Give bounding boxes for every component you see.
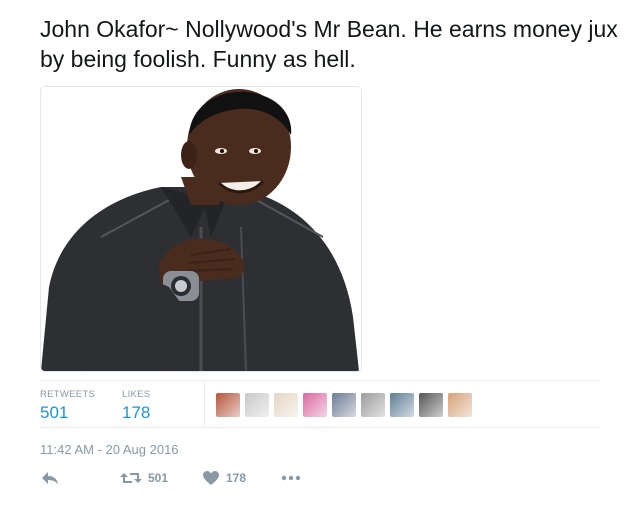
reply-button[interactable]	[40, 470, 60, 486]
liker-avatars	[216, 393, 477, 417]
liker-avatar[interactable]	[274, 393, 298, 417]
liker-avatar[interactable]	[390, 393, 414, 417]
retweets-stat[interactable]: RETWEETS 501	[40, 389, 95, 423]
liker-avatar[interactable]	[216, 393, 240, 417]
liker-avatar[interactable]	[245, 393, 269, 417]
retweet-icon	[120, 473, 142, 483]
retweet-button[interactable]: 501	[120, 470, 168, 486]
tweet-timestamp[interactable]: 11:42 AM - 20 Aug 2016	[40, 442, 179, 457]
more-button[interactable]	[280, 470, 302, 486]
tweet-actions: 501 178	[40, 470, 340, 494]
reply-icon	[42, 472, 58, 484]
tweet-photo[interactable]	[40, 86, 362, 372]
liker-avatar[interactable]	[303, 393, 327, 417]
likes-label: LIKES	[122, 389, 151, 400]
likes-count[interactable]: 178	[122, 403, 150, 423]
retweets-count[interactable]: 501	[40, 403, 95, 423]
stats-divider	[204, 381, 205, 427]
more-icon	[281, 475, 301, 481]
liker-avatar[interactable]	[332, 393, 356, 417]
engagement-stats: RETWEETS 501 LIKES 178	[40, 380, 600, 428]
retweets-label: RETWEETS	[40, 389, 96, 400]
like-button[interactable]: 178	[202, 470, 246, 486]
liker-avatar[interactable]	[448, 393, 472, 417]
tweet-text: John Okafor~ Nollywood's Mr Bean. He ear…	[40, 16, 618, 72]
heart-icon	[203, 471, 219, 485]
photo-image	[41, 87, 361, 371]
like-action-count: 178	[226, 471, 247, 485]
retweet-action-count: 501	[148, 471, 169, 485]
liker-avatar[interactable]	[361, 393, 385, 417]
likes-stat[interactable]: LIKES 178	[122, 389, 150, 423]
liker-avatar[interactable]	[419, 393, 443, 417]
